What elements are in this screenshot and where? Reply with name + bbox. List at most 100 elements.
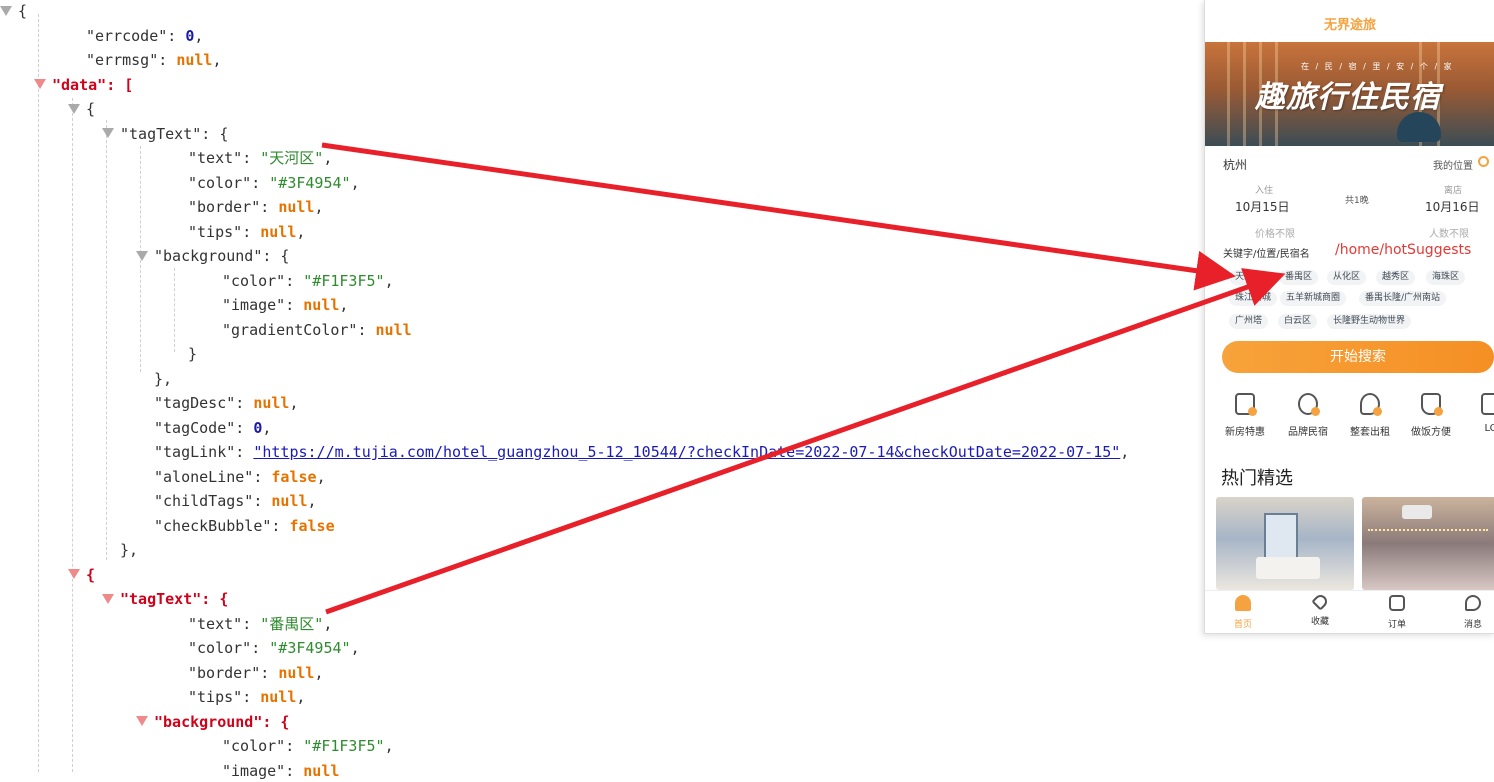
collapse-toggle-icon[interactable] xyxy=(102,128,114,138)
hot-tag[interactable]: 海珠区 xyxy=(1426,270,1466,285)
checkout-label: 离店 xyxy=(1444,186,1463,196)
price-filter[interactable]: 价格不限 xyxy=(1255,225,1295,240)
phone-preview: 无界途旅 在 / 民 / 宿 / 里 / 安 / 个 / 家 趣旅行住民宿 杭州… xyxy=(1204,0,1494,634)
json-line: "checkBubble": false xyxy=(154,515,335,537)
json-token: , xyxy=(1120,443,1130,461)
hot-tag[interactable]: 广州塔 xyxy=(1229,314,1269,329)
hot-tag[interactable]: 白云区 xyxy=(1278,314,1318,329)
json-key: "tips" xyxy=(188,688,243,706)
json-token: : xyxy=(271,516,290,535)
listing-card[interactable] xyxy=(1362,497,1494,590)
json-token: { xyxy=(86,565,96,584)
city-selector[interactable]: 杭州 xyxy=(1223,156,1247,173)
json-key: "image" xyxy=(222,296,286,314)
collapse-toggle-icon[interactable] xyxy=(34,79,46,89)
hot-tag[interactable]: 从化区 xyxy=(1327,270,1367,285)
json-line: "data": [ xyxy=(34,74,133,96)
json-token: "番禺区" xyxy=(260,614,324,633)
json-key: null xyxy=(253,394,290,412)
json-line: "image": null xyxy=(222,760,339,782)
json-key: "text" xyxy=(188,614,243,633)
listing-card[interactable] xyxy=(1216,497,1354,590)
hot-tag[interactable]: 珠江新城 xyxy=(1229,291,1278,306)
json-token: : xyxy=(285,761,304,780)
json-token: , xyxy=(212,51,222,69)
json-key: "background" xyxy=(154,712,263,731)
checkin-label: 入住 xyxy=(1255,186,1274,196)
json-line: "color": "#F1F3F5", xyxy=(222,735,394,757)
json-token: , xyxy=(384,737,394,755)
json-token: , xyxy=(350,173,360,192)
json-line: "tagLink": "https://m.tujia.com/hotel_gu… xyxy=(154,441,1129,463)
keyword-input[interactable]: 关键字/位置/民宿名 xyxy=(1223,245,1310,260)
json-token: : { xyxy=(201,124,229,143)
feature-more[interactable]: LO xyxy=(1461,393,1494,434)
tab-favorites[interactable]: 收藏 xyxy=(1290,592,1350,627)
json-line: "tagText": { xyxy=(102,123,228,145)
hot-tag[interactable]: 天河区 xyxy=(1229,270,1269,285)
json-key: "gradientColor" xyxy=(222,320,358,339)
json-token: , xyxy=(296,222,306,241)
hot-tag[interactable]: 五羊新城商圈 xyxy=(1280,291,1347,306)
bottom-tab-bar: 首页 收藏 订单 消息 xyxy=(1205,590,1494,633)
hot-tag[interactable]: 长隆野生动物世界 xyxy=(1327,314,1412,329)
json-token: : xyxy=(253,492,272,510)
locate-icon[interactable] xyxy=(1478,156,1489,167)
feature-whole-rent[interactable]: 整套出租 xyxy=(1340,393,1400,438)
feature-cooking[interactable]: 做饭方便 xyxy=(1401,393,1461,438)
json-token: : xyxy=(253,467,272,486)
banner-title: 趣旅行住民宿 xyxy=(1255,80,1441,115)
json-line: "gradientColor": null xyxy=(222,319,412,341)
json-key: "color" xyxy=(188,173,252,192)
json-key: false xyxy=(271,467,317,486)
json-key: null xyxy=(260,688,297,706)
banner-subtitle: 在 / 民 / 宿 / 里 / 安 / 个 / 家 xyxy=(1301,62,1454,71)
hot-tag[interactable]: 番禺区 xyxy=(1279,270,1319,285)
tab-home[interactable]: 首页 xyxy=(1213,595,1273,630)
json-link[interactable]: "https://m.tujia.com/hotel_guangzhou_5-1… xyxy=(253,443,1120,461)
json-line: "childTags": null, xyxy=(154,490,317,512)
feature-brand-homestay[interactable]: 品牌民宿 xyxy=(1278,393,1338,438)
tab-orders[interactable]: 订单 xyxy=(1367,595,1427,630)
json-key: "errcode" xyxy=(86,26,168,45)
json-line: }, xyxy=(120,539,138,561)
collapse-toggle-icon[interactable] xyxy=(68,103,80,114)
json-token: : xyxy=(285,296,304,314)
heart-icon xyxy=(1310,592,1330,611)
json-key: "tagText" xyxy=(120,124,202,143)
json-line: "text": "番禺区", xyxy=(188,613,332,635)
json-token: : xyxy=(251,639,270,657)
collapse-toggle-icon[interactable] xyxy=(0,5,12,16)
my-location-link[interactable]: 我的位置 xyxy=(1433,157,1473,172)
feature-label: 品牌民宿 xyxy=(1288,427,1328,438)
banner-image[interactable]: 在 / 民 / 宿 / 里 / 安 / 个 / 家 趣旅行住民宿 xyxy=(1205,42,1494,146)
indent-guide xyxy=(72,98,73,772)
guests-filter[interactable]: 人数不限 xyxy=(1429,225,1469,240)
checkin-date[interactable]: 10月15日 xyxy=(1235,198,1290,215)
json-key: null xyxy=(278,198,315,216)
registered-icon xyxy=(1298,393,1320,416)
checkout-date[interactable]: 10月16日 xyxy=(1425,198,1480,215)
json-line: "border": null, xyxy=(188,662,323,684)
json-token: , xyxy=(194,26,204,45)
tab-messages[interactable]: 消息 xyxy=(1443,595,1494,630)
json-token: : xyxy=(235,418,254,437)
room-photo-projector xyxy=(1402,505,1432,519)
indent-guide xyxy=(106,120,107,560)
json-line: "aloneLine": false, xyxy=(154,466,326,488)
section-title: 热门精选 xyxy=(1221,468,1293,489)
json-key: "tagCode" xyxy=(154,418,236,437)
json-line: "tips": null, xyxy=(188,221,305,243)
json-key: "tips" xyxy=(188,222,243,241)
collapse-toggle-icon[interactable] xyxy=(136,250,148,261)
json-viewer: {"errcode": 0, "errmsg": null, "data": [{"… xyxy=(0,0,1200,780)
collapse-toggle-icon[interactable] xyxy=(136,716,148,726)
collapse-toggle-icon[interactable] xyxy=(68,569,80,579)
json-line: "background": { xyxy=(136,711,289,733)
feature-new-house[interactable]: 新房特惠 xyxy=(1215,393,1275,438)
hot-tag[interactable]: 越秀区 xyxy=(1376,270,1416,285)
start-search-button[interactable]: 开始搜索 xyxy=(1222,341,1494,373)
building-icon xyxy=(1235,393,1257,416)
collapse-toggle-icon[interactable] xyxy=(102,593,114,604)
hot-tag[interactable]: 番禺长隆/广州南站 xyxy=(1359,291,1447,306)
